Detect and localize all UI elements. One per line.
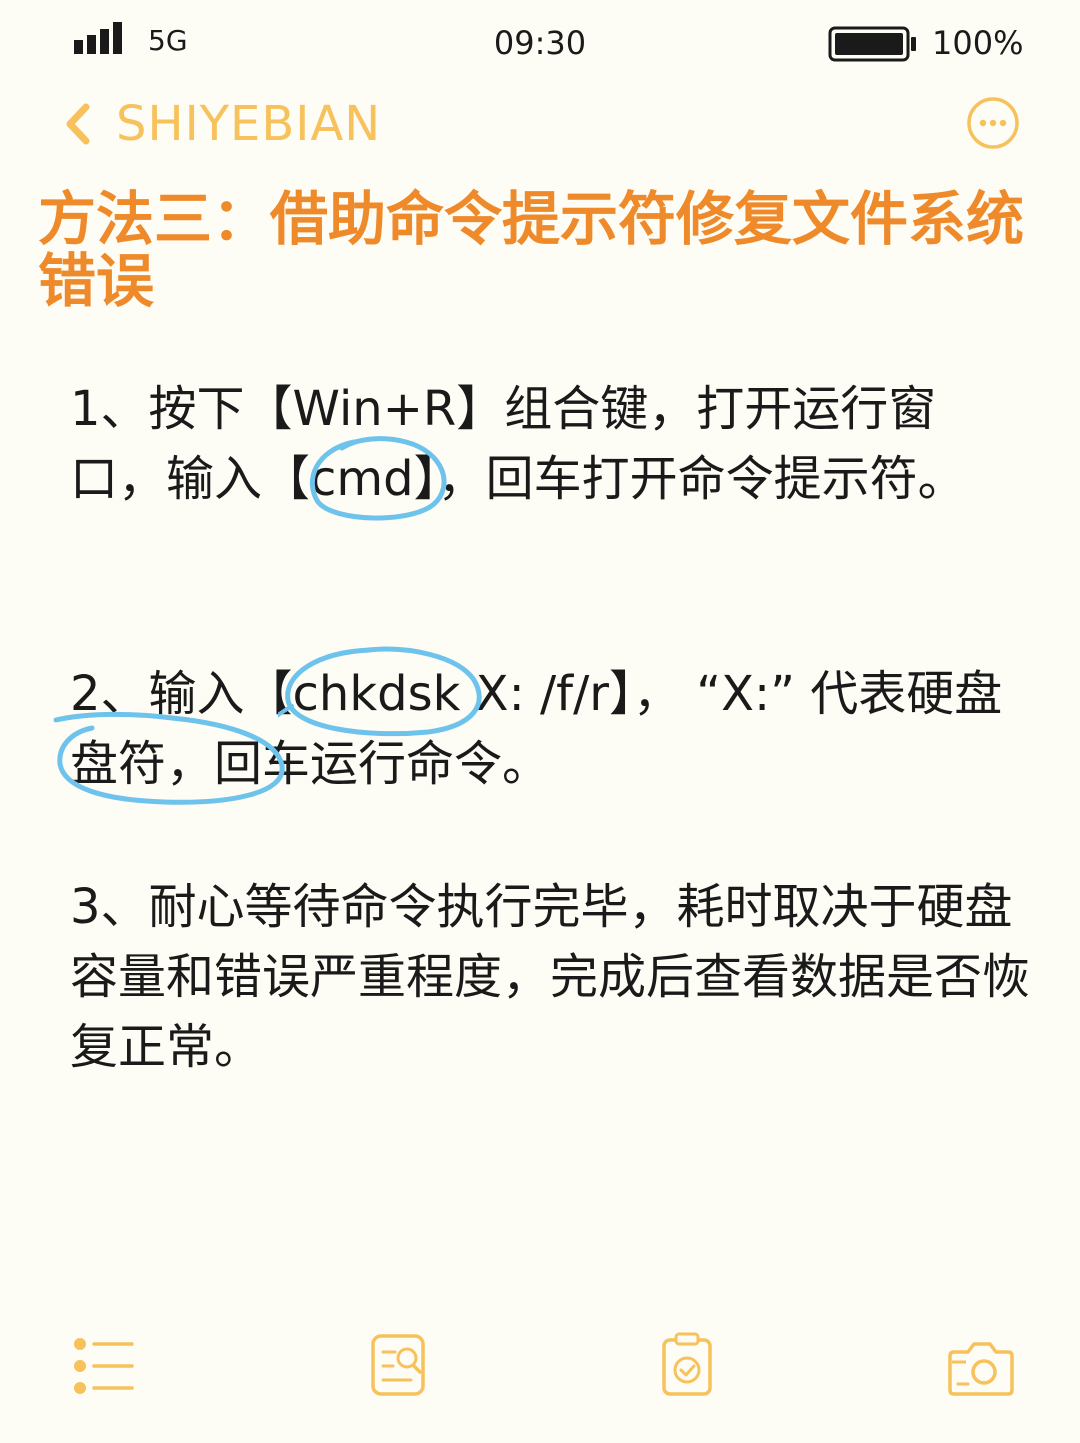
battery-icon	[828, 26, 916, 62]
battery-percentage: 100%	[932, 24, 1024, 62]
clipboard-check-icon[interactable]	[652, 1330, 722, 1400]
back-button[interactable]: SHIYEBIAN	[60, 94, 381, 154]
search-document-icon[interactable]	[365, 1330, 435, 1400]
bottom-toolbar	[0, 1320, 1080, 1420]
clock: 09:30	[493, 24, 587, 62]
more-options-icon[interactable]	[966, 96, 1020, 150]
page-title: 方法三：借助命令提示符修复文件系统错误	[38, 185, 1025, 315]
status-bar: 5G 09:30 100%	[0, 0, 1080, 86]
step-2-text: 2、输入【chkdsk X: /f/r】， “X:” 代表硬盘盘符，回车运行命令…	[70, 666, 1003, 792]
chevron-left-icon	[66, 103, 90, 145]
back-label: SHIYEBIAN	[116, 96, 382, 152]
step-1-text: 1、按下【Win+R】组合键，打开运行窗口，输入【cmd】，回车打开命令提示符。	[70, 381, 966, 507]
navigation-bar: SHIYEBIAN	[0, 86, 1080, 156]
list-icon[interactable]	[70, 1332, 140, 1402]
step-3-text: 3、耐心等待命令执行完毕，耗时取决于硬盘容量和错误严重程度，完成后查看数据是否恢…	[70, 879, 1031, 1075]
camera-icon[interactable]	[946, 1332, 1016, 1402]
